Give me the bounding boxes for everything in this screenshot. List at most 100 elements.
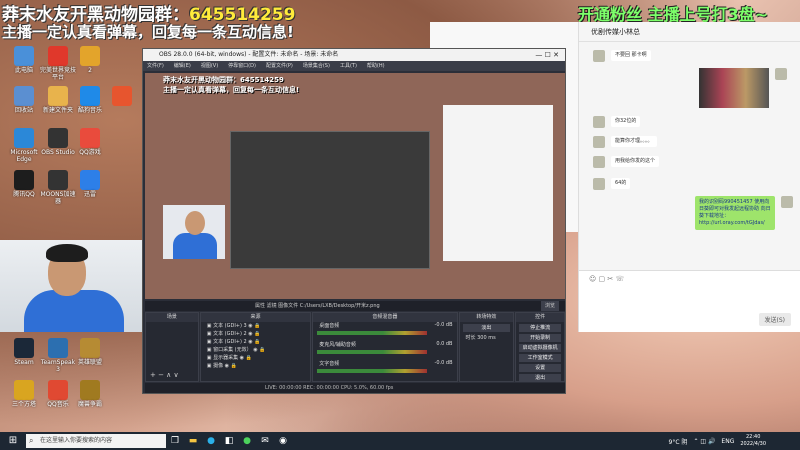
desktop-icon[interactable]: OBS Studio <box>40 128 76 156</box>
obs-title-bar[interactable]: OBS 28.0.0 (64-bit, windows) - 配置文件: 未命名… <box>143 49 565 61</box>
app-icon <box>80 380 100 400</box>
desktop-icon[interactable]: Steam <box>6 338 42 366</box>
mixer-header: 音频混音器 <box>313 313 457 322</box>
source-item[interactable]: ▣ 窗口采集 (无效） ◉ 🔒 <box>201 346 310 354</box>
app-icon <box>14 128 34 148</box>
desktop-icon[interactable] <box>104 86 140 107</box>
edge-icon[interactable]: ● <box>202 432 220 450</box>
desktop-icon[interactable]: 三个方塔 <box>6 380 42 408</box>
duration-row[interactable]: 时长 300 ms <box>460 334 514 342</box>
source-item[interactable]: ▣ 文本 (GDI+) 2 ◉ 🔒 <box>201 338 310 346</box>
task-view-icon[interactable]: ❐ <box>166 432 184 450</box>
desktop-icon[interactable]: TeamSpeak 3 <box>40 338 76 373</box>
menu-item[interactable]: 工具(T) <box>340 63 357 69</box>
menu-item[interactable]: 编辑(E) <box>174 63 191 69</box>
tray-icons[interactable]: ⌃ ◫ 🔊 <box>693 438 715 445</box>
desktop-icon[interactable]: QQ游戏 <box>72 128 108 156</box>
input-language[interactable]: ENG <box>721 438 734 445</box>
chat-image-message[interactable] <box>699 68 787 108</box>
source-path: 属性 滤镜 图像文件 C:/Users/LXB/Desktop/开米z.png <box>255 303 380 309</box>
desktop-icon[interactable]: 腾讯QQ <box>6 170 42 198</box>
wechat-icon[interactable]: ● <box>238 432 256 450</box>
store-icon[interactable]: ◧ <box>220 432 238 450</box>
file-explorer-icon[interactable]: ▬ <box>184 432 202 450</box>
mixer-dock[interactable]: 音频混音器 桌面音频 -0.0 dB 麦克风/辅助音频 0.0 dB 文字音频 -0.0 … <box>312 312 458 382</box>
scene-add-icon[interactable]: + − ∧ ∨ <box>150 371 179 379</box>
desktop-icon-label: 回收站 <box>14 107 33 114</box>
app-icon <box>48 338 68 358</box>
weather[interactable]: 9°C 阴 <box>669 437 688 446</box>
source-item[interactable]: ▣ 文本 (GDI+) 2 ◉ 🔒 <box>201 330 310 338</box>
menu-item[interactable]: 场景集合(S) <box>303 63 330 69</box>
browse-button[interactable]: 浏览 <box>540 301 559 311</box>
mixer-channel[interactable]: 麦克风/辅助音频 0.0 dB <box>313 341 456 360</box>
desktop-icon[interactable]: 酷狗音乐 <box>72 86 108 114</box>
taskbar: ⊞ 在这里输入你要搜索的内容 ❐ ▬ ● ◧ ● ✉ ◉ 9°C 阴 ⌃ ◫ 🔊… <box>0 432 800 450</box>
transition-select[interactable]: 淡出 <box>462 324 511 332</box>
desktop-icon[interactable]: 此电脑 <box>6 46 42 74</box>
obs-preview[interactable]: 莽末水友开黑动物园群：645514259 主播一定认真看弹幕，回复每一条互动信息! <box>145 73 565 299</box>
transitions-dock[interactable]: 转场特效 淡出 时长 300 ms <box>458 312 515 382</box>
windows-start-icon[interactable]: ⊞ <box>6 434 20 448</box>
desktop-icon[interactable]: 回收站 <box>6 86 42 114</box>
preview-overlay-text: 莽末水友开黑动物园群：645514259 主播一定认真看弹幕，回复每一条互动信息! <box>163 76 300 94</box>
source-item[interactable]: ▣ 显示器采集 ◉ 🔒 <box>201 354 310 362</box>
app-icon <box>80 86 100 106</box>
control-button[interactable]: 设置 <box>519 364 561 372</box>
taskbar-search-input[interactable]: 在这里输入你要搜索的内容 <box>26 434 166 448</box>
chat-toolbar-icons[interactable]: ☺ ▢ ✂ ☏ <box>579 271 800 287</box>
menu-item[interactable]: 帮助(H) <box>367 63 385 69</box>
source-item[interactable]: ▣ 摄像 ◉ 🔒 <box>201 362 310 370</box>
app-icon <box>14 380 34 400</box>
obs-docks: 场景 + − ∧ ∨ 来源 ▣ 文本 (GDI+) 3 ◉ 🔒 ▣ 文本 (GDI… <box>145 312 565 382</box>
scenes-dock[interactable]: 场景 + − ∧ ∨ <box>145 312 199 382</box>
app-icon <box>48 46 68 66</box>
control-button[interactable]: 停止推流 <box>519 324 561 332</box>
window-controls[interactable]: — ☐ ✕ <box>535 49 559 61</box>
controls-dock: 控件 停止推流 开始录制 启动虚拟摄像机 工作室模式 设置 退出 <box>515 312 565 382</box>
desktop-icon-label: 三个方塔 <box>11 401 36 408</box>
desktop-icon-label: 英雄联盟 <box>77 359 102 366</box>
desktop-icon[interactable]: 魔兽争霸 <box>72 380 108 408</box>
source-item[interactable]: ▣ 文本 (GDI+) 3 ◉ 🔒 <box>201 322 310 330</box>
desktop-icon[interactable]: 迅雷 <box>72 170 108 198</box>
desktop-icon[interactable]: QQ音乐 <box>40 380 76 408</box>
mail-icon[interactable]: ✉ <box>256 432 274 450</box>
preview-chat <box>443 105 553 261</box>
clock[interactable]: 22:40 2022/4/30 <box>740 434 766 448</box>
chat-input-area[interactable]: ☺ ▢ ✂ ☏ 发送(S) <box>579 270 800 332</box>
app-icon <box>80 170 100 190</box>
mixer-channel[interactable]: 文字音频 -0.0 dB <box>313 360 456 379</box>
wechat-chat-window[interactable]: 优剧传媒小林总 不要回 那卡啊 你32位的 能算你才理。。。。 用我给你发的这个… <box>578 22 800 332</box>
chat-message: 用我给你发的这个 <box>593 156 660 168</box>
desktop-icon[interactable]: MOONS加速器 <box>40 170 76 205</box>
control-button[interactable]: 退出 <box>519 374 561 382</box>
desktop-icon[interactable]: 完美世界竞技平台 <box>40 46 76 81</box>
scenes-header: 场景 <box>146 313 198 322</box>
chat-message-self: 我的识别码990451457 使用向日葵即可对我发起远程协助 向日葵下载地址：h… <box>695 196 793 230</box>
desktop-icon[interactable]: 英雄联盟 <box>72 338 108 366</box>
desktop-icon[interactable]: 新建文件夹 <box>40 86 76 114</box>
sources-dock[interactable]: 来源 ▣ 文本 (GDI+) 3 ◉ 🔒 ▣ 文本 (GDI+) 2 ◉ 🔒 ▣ 文… <box>199 312 312 382</box>
desktop-icon-label: 魔兽争霸 <box>77 401 102 408</box>
desktop-icon[interactable]: Microsoft Edge <box>6 128 42 163</box>
desktop-icon-label: Microsoft Edge <box>10 149 38 163</box>
app-icon <box>48 86 68 106</box>
menu-item[interactable]: 停靠窗口(D) <box>228 63 256 69</box>
menu-item[interactable]: 配置文件(P) <box>266 63 293 69</box>
control-button[interactable]: 开始录制 <box>519 334 561 342</box>
source-toolbar[interactable]: 属性 滤镜 图像文件 C:/Users/LXB/Desktop/开米z.png … <box>145 301 565 311</box>
mixer-channel[interactable]: 桌面音频 -0.0 dB <box>313 322 456 341</box>
menu-item[interactable]: 视图(V) <box>201 63 218 69</box>
obs-icon[interactable]: ◉ <box>274 432 292 450</box>
desktop-icon-label: OBS Studio <box>41 149 75 156</box>
obs-window[interactable]: OBS 28.0.0 (64-bit, windows) - 配置文件: 未命名… <box>142 48 566 394</box>
control-button[interactable]: 工作室模式 <box>519 354 561 362</box>
control-button[interactable]: 启动虚拟摄像机 <box>519 344 561 352</box>
send-button[interactable]: 发送(S) <box>758 313 791 326</box>
desktop-icon[interactable]: 2 <box>72 46 108 74</box>
chat-message: 64的 <box>593 178 631 190</box>
desktop-icon-label: QQ游戏 <box>79 149 101 156</box>
menu-item[interactable]: 文件(F) <box>147 63 164 69</box>
app-icon <box>80 128 100 148</box>
